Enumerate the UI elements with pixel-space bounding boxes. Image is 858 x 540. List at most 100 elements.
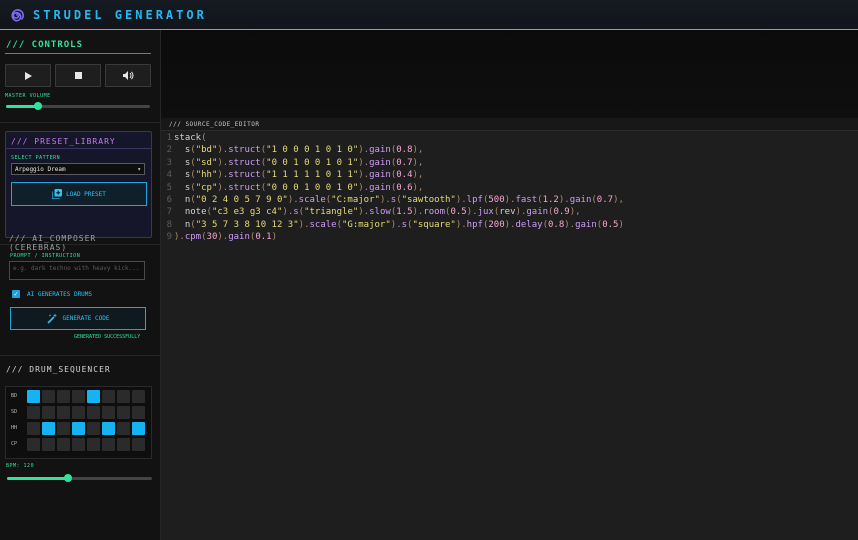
code-line: 4 s("hh").struct("1 1 1 1 1 0 1 1").gain… bbox=[161, 170, 858, 182]
code-line: 6 n("0 2 4 0 5 7 9 0").scale("C:major").… bbox=[161, 195, 858, 207]
generate-code-label: GENERATE CODE bbox=[62, 315, 110, 322]
drum-grid: BD SD HH CP bbox=[5, 386, 152, 459]
drum-step[interactable] bbox=[132, 422, 145, 435]
code-line: 1 stack( bbox=[161, 133, 858, 145]
load-preset-button[interactable]: LOAD PRESET bbox=[11, 182, 147, 206]
pattern-select[interactable]: Arpeggio Dream ▾ bbox=[11, 163, 145, 175]
drum-step[interactable] bbox=[27, 390, 40, 403]
stop-button[interactable] bbox=[55, 64, 101, 87]
mute-button[interactable] bbox=[105, 64, 151, 87]
drum-step[interactable] bbox=[102, 390, 115, 403]
speaker-icon bbox=[122, 71, 133, 80]
sidebar: /// CONTROLS MASTER VOLUME /// PRESET_LI… bbox=[0, 30, 161, 540]
code-text: s("hh").struct("1 1 1 1 1 0 1 1").gain(0… bbox=[184, 170, 424, 181]
line-number: 9 bbox=[166, 232, 172, 243]
library-icon bbox=[52, 189, 63, 199]
drum-step[interactable] bbox=[57, 438, 70, 451]
drum-step[interactable] bbox=[87, 406, 100, 419]
drum-step[interactable] bbox=[72, 406, 85, 419]
prompt-label: PROMPT / INSTRUCTION bbox=[10, 253, 81, 259]
code-line: 2 s("bd").struct("1 0 0 0 1 0 1 0").gain… bbox=[161, 145, 858, 157]
generate-code-button[interactable]: GENERATE CODE bbox=[10, 307, 146, 330]
bpm-thumb[interactable] bbox=[63, 474, 72, 482]
drum-row-sd: SD bbox=[6, 406, 151, 419]
code-text: s("bd").struct("1 0 0 0 1 0 1 0").gain(0… bbox=[184, 145, 424, 156]
drum-row-label: SD bbox=[11, 409, 18, 415]
drum-step[interactable] bbox=[102, 422, 115, 435]
play-button[interactable] bbox=[5, 64, 51, 87]
master-volume-fill bbox=[6, 105, 38, 108]
drum-step[interactable] bbox=[72, 390, 85, 403]
spiral-logo-icon bbox=[11, 8, 24, 21]
visualizer-area bbox=[161, 30, 858, 118]
master-volume-slider[interactable] bbox=[6, 102, 150, 110]
drum-step[interactable] bbox=[117, 422, 130, 435]
code-text: note("c3 e3 g3 c4").s("triangle").slow(1… bbox=[184, 207, 581, 218]
drum-row-label: CP bbox=[11, 441, 18, 447]
drum-step[interactable] bbox=[132, 406, 145, 419]
prompt-placeholder: e.g. dark techno with heavy kick... bbox=[13, 265, 140, 272]
drum-step[interactable] bbox=[42, 390, 55, 403]
drum-step[interactable] bbox=[87, 390, 100, 403]
code-editor[interactable]: 1 stack(2 s("bd").struct("1 0 0 0 1 0 1 0… bbox=[161, 131, 858, 540]
line-number: 4 bbox=[166, 170, 172, 181]
preset-divider bbox=[6, 148, 151, 149]
stop-icon bbox=[74, 72, 82, 79]
bpm-slider[interactable] bbox=[7, 474, 152, 482]
drum-step[interactable] bbox=[72, 438, 85, 451]
drum-row-label: BD bbox=[11, 393, 18, 399]
preset-library-title: /// PRESET_LIBRARY bbox=[11, 137, 116, 146]
drum-step[interactable] bbox=[87, 422, 100, 435]
drum-step[interactable] bbox=[117, 390, 130, 403]
preset-library-panel: /// PRESET_LIBRARY SELECT PATTERN Arpegg… bbox=[5, 131, 152, 238]
drum-row-bd: BD bbox=[6, 390, 151, 403]
code-line: 5 s("cp").struct("0 0 0 1 0 0 1 0").gain… bbox=[161, 183, 858, 195]
drum-step[interactable] bbox=[57, 406, 70, 419]
ai-drums-checkbox-label: AI GENERATES DRUMS bbox=[27, 291, 93, 298]
app-title: STRUDEL GENERATOR bbox=[33, 7, 207, 22]
code-line: 7 note("c3 e3 g3 c4").s("triangle").slow… bbox=[161, 207, 858, 219]
code-line: 3 s("sd").struct("0 0 1 0 0 1 0 1").gain… bbox=[161, 158, 858, 170]
line-number: 8 bbox=[166, 219, 172, 230]
ai-drums-checkbox[interactable]: ✓ bbox=[12, 290, 20, 298]
drum-step[interactable] bbox=[117, 438, 130, 451]
line-number: 5 bbox=[166, 182, 172, 193]
controls-title: /// CONTROLS bbox=[6, 40, 84, 50]
code-text: n("0 2 4 0 5 7 9 0").scale("C:major").s(… bbox=[184, 195, 624, 205]
app-header: STRUDEL GENERATOR bbox=[0, 0, 858, 30]
controls-divider bbox=[5, 53, 151, 54]
drum-step[interactable] bbox=[87, 438, 100, 451]
drum-step[interactable] bbox=[132, 438, 145, 451]
prompt-textarea[interactable]: e.g. dark techno with heavy kick... bbox=[9, 261, 145, 280]
editor-header: /// SOURCE_CODE_EDITOR bbox=[161, 118, 858, 131]
code-line: 8 n("3 5 7 3 8 10 12 3").scale("G:major"… bbox=[161, 220, 858, 232]
generation-status: GENERATED SUCCESSFULLY bbox=[74, 334, 141, 340]
drum-step[interactable] bbox=[27, 406, 40, 419]
code-text: ).cpm(30).gain(0.1) bbox=[174, 232, 278, 243]
pattern-select-value: Arpeggio Dream bbox=[15, 165, 66, 173]
drum-step[interactable] bbox=[132, 390, 145, 403]
load-preset-label: LOAD PRESET bbox=[66, 190, 106, 198]
line-number: 7 bbox=[166, 207, 172, 218]
drum-step[interactable] bbox=[27, 422, 40, 435]
checkmark-icon: ✓ bbox=[13, 290, 19, 298]
drum-step[interactable] bbox=[72, 422, 85, 435]
code-text: s("sd").struct("0 0 1 0 0 1 0 1").gain(0… bbox=[184, 157, 424, 168]
drum-step[interactable] bbox=[102, 406, 115, 419]
select-pattern-label: SELECT PATTERN bbox=[11, 155, 61, 161]
play-icon bbox=[25, 71, 32, 80]
master-volume-thumb[interactable] bbox=[33, 102, 42, 110]
drum-step[interactable] bbox=[42, 422, 55, 435]
drum-step[interactable] bbox=[42, 438, 55, 451]
drum-step[interactable] bbox=[57, 422, 70, 435]
code-text: stack( bbox=[174, 133, 207, 143]
drum-step[interactable] bbox=[102, 438, 115, 451]
drum-row-cp: CP bbox=[6, 438, 151, 451]
drum-step[interactable] bbox=[117, 406, 130, 419]
drum-step[interactable] bbox=[57, 390, 70, 403]
line-number: 3 bbox=[166, 157, 172, 168]
drum-step[interactable] bbox=[27, 438, 40, 451]
drum-step[interactable] bbox=[42, 406, 55, 419]
bpm-fill bbox=[7, 477, 68, 480]
line-number: 1 bbox=[166, 133, 172, 143]
